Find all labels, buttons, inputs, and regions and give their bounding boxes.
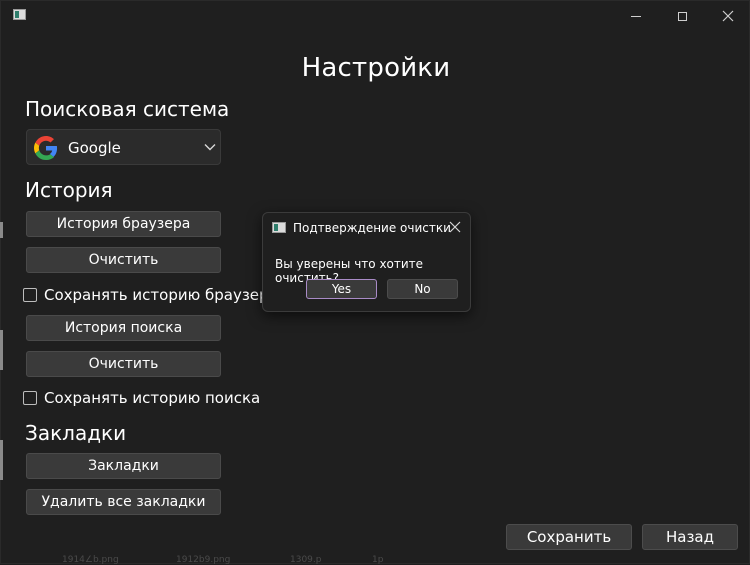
- yes-button[interactable]: Yes: [306, 279, 377, 299]
- minimize-icon: [631, 15, 641, 17]
- save-search-history-label: Сохранять историю поиска: [44, 389, 261, 407]
- save-browser-history-row[interactable]: Сохранять историю браузера: [23, 285, 278, 305]
- dialog-title: Подтверждение очистки: [293, 221, 451, 235]
- delete-all-bookmarks-button[interactable]: Удалить все закладки: [26, 489, 221, 515]
- close-button[interactable]: [705, 1, 750, 31]
- history-heading: История: [25, 178, 113, 202]
- bookmarks-heading: Закладки: [25, 421, 127, 445]
- chevron-down-icon: [204, 144, 216, 151]
- clear-browser-history-button[interactable]: Очистить: [26, 247, 221, 273]
- minimize-button[interactable]: [613, 1, 659, 31]
- search-history-button[interactable]: История поиска: [26, 315, 221, 341]
- title-bar[interactable]: [1, 1, 750, 31]
- page-title: Настройки: [301, 53, 451, 83]
- browser-history-button[interactable]: История браузера: [26, 211, 221, 237]
- save-browser-history-checkbox[interactable]: [23, 288, 37, 302]
- no-button[interactable]: No: [387, 279, 458, 299]
- bookmarks-button[interactable]: Закладки: [26, 453, 221, 479]
- maximize-button[interactable]: [659, 1, 705, 31]
- close-icon: [722, 10, 734, 22]
- maximize-icon: [677, 11, 687, 21]
- background-window-edge: [0, 222, 3, 238]
- back-button[interactable]: Назад: [642, 524, 738, 550]
- save-button[interactable]: Сохранить: [506, 524, 632, 550]
- save-search-history-row[interactable]: Сохранять историю поиска: [23, 388, 260, 408]
- search-engine-heading: Поисковая система: [25, 97, 230, 121]
- clear-confirmation-dialog: Подтверждение очистки Вы уверены что хот…: [262, 212, 471, 312]
- background-window-edge: [0, 440, 3, 480]
- close-icon[interactable]: [448, 220, 462, 234]
- search-engine-select[interactable]: Google: [26, 129, 221, 165]
- background-window-edge: [0, 330, 3, 370]
- dialog-app-icon: [272, 222, 286, 233]
- save-browser-history-label: Сохранять историю браузера: [44, 286, 278, 304]
- clear-search-history-button[interactable]: Очистить: [26, 351, 221, 377]
- search-engine-value: Google: [68, 139, 121, 157]
- app-icon: [13, 9, 26, 20]
- google-logo-icon: [34, 136, 58, 160]
- save-search-history-checkbox[interactable]: [23, 391, 37, 405]
